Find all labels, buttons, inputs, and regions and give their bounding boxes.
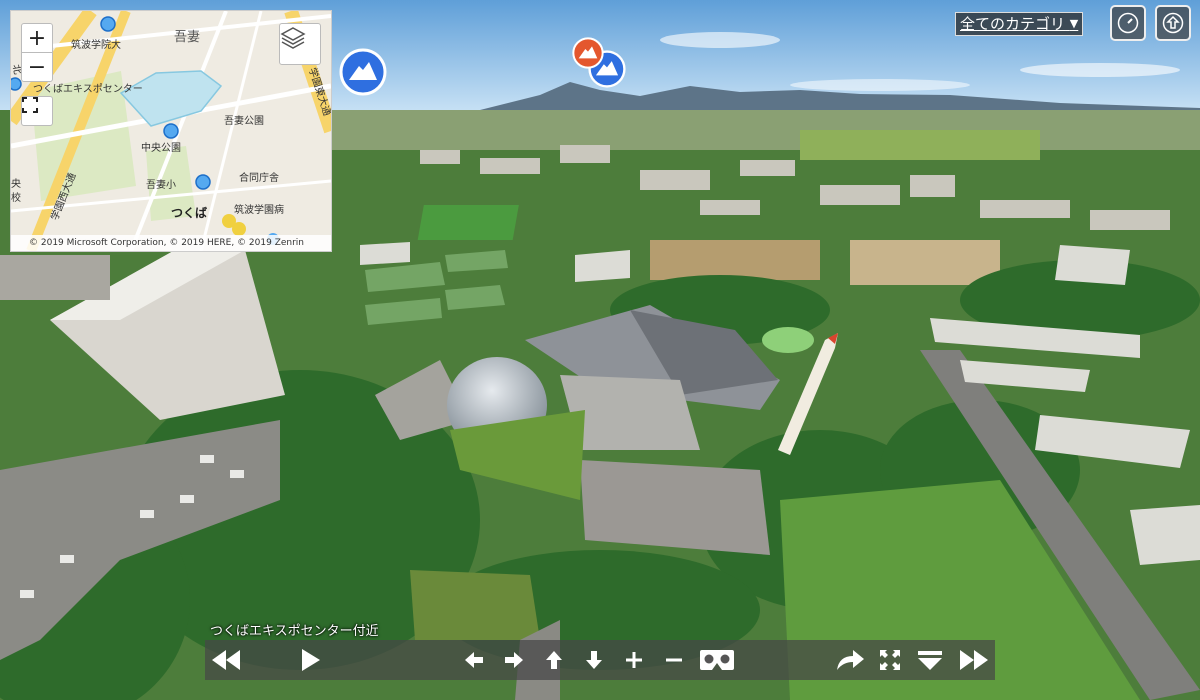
play-icon: [302, 649, 320, 671]
vr-icon: [700, 650, 734, 670]
hotspot-mountain-highlight[interactable]: [572, 37, 604, 73]
zoom-in-button[interactable]: [621, 640, 647, 680]
pan-down-button[interactable]: [581, 640, 607, 680]
pan-up-icon: [546, 651, 562, 669]
pan-down-icon: [586, 651, 602, 669]
hotspot-mountain-left[interactable]: [339, 48, 387, 100]
category-select-value: 全てのカテゴリ: [960, 15, 1066, 33]
compass-icon: [1117, 12, 1139, 34]
map-label-expo: つくばエキスポセンター: [33, 83, 143, 95]
next-scene-button[interactable]: [953, 640, 995, 680]
map-layers-button[interactable]: [279, 23, 321, 65]
player-toolbar: [205, 640, 995, 680]
map-label-school-left2: 校: [11, 191, 21, 204]
pan-left-button[interactable]: [461, 640, 487, 680]
zoom-out-icon: [666, 658, 682, 662]
map-label-gakuin: 筑波学院大: [71, 38, 121, 51]
home-up-icon: [1162, 12, 1184, 34]
zoom-in-icon: [626, 652, 642, 668]
share-button[interactable]: [833, 640, 867, 680]
share-icon: [837, 650, 864, 670]
pan-left-icon: [465, 652, 483, 668]
pan-right-button[interactable]: [501, 640, 527, 680]
scene-caption: つくばエキスポセンター付近: [210, 624, 379, 639]
map-label-hospital: 筑波学園病: [234, 203, 284, 216]
map-zoom-out-button[interactable]: −: [21, 52, 53, 82]
collapse-menu-icon: [918, 651, 942, 670]
prev-scene-icon: [212, 650, 240, 670]
compass-button[interactable]: [1110, 5, 1146, 41]
map-label-azuma-park: 吾妻公園: [224, 114, 264, 127]
map-zoom-in-button[interactable]: +: [21, 23, 53, 53]
prev-scene-button[interactable]: [205, 640, 247, 680]
zoom-out-button[interactable]: [661, 640, 687, 680]
home-up-button[interactable]: [1155, 5, 1191, 41]
map-attribution: © 2019 Microsoft Corporation, © 2019 HER…: [11, 235, 331, 251]
map-label-tsukuba: つくば: [171, 205, 207, 220]
map-label-central-park: 中央公園: [141, 141, 181, 154]
map-label-azuma-elementary: 吾妻小: [146, 178, 176, 191]
map-label-school-left: 央: [11, 177, 21, 190]
next-scene-icon: [960, 650, 988, 670]
mountain-icon: [339, 48, 387, 96]
collapse-menu-button[interactable]: [915, 640, 945, 680]
map-label-joint-office: 合同庁舎: [239, 171, 279, 184]
layers-icon: [280, 27, 306, 49]
pan-up-button[interactable]: [541, 640, 567, 680]
category-select[interactable]: 全てのカテゴリ ▼: [955, 12, 1084, 36]
fullscreen-button[interactable]: [875, 640, 905, 680]
expand-icon: [22, 97, 38, 113]
vr-mode-button[interactable]: [697, 640, 737, 680]
mini-map[interactable]: 筑波学院大 吾妻 つくばエキスポセンター 吾妻公園 中央公園 合同庁舎 吾妻小 …: [10, 10, 332, 252]
map-fullscreen-button[interactable]: [21, 96, 53, 126]
map-label-azuma: 吾妻: [174, 30, 200, 45]
mountain-icon: [572, 37, 604, 69]
fullscreen-icon: [880, 650, 900, 670]
pan-right-icon: [505, 652, 523, 668]
chevron-down-icon: ▼: [1069, 17, 1079, 30]
play-button[interactable]: [293, 640, 329, 680]
